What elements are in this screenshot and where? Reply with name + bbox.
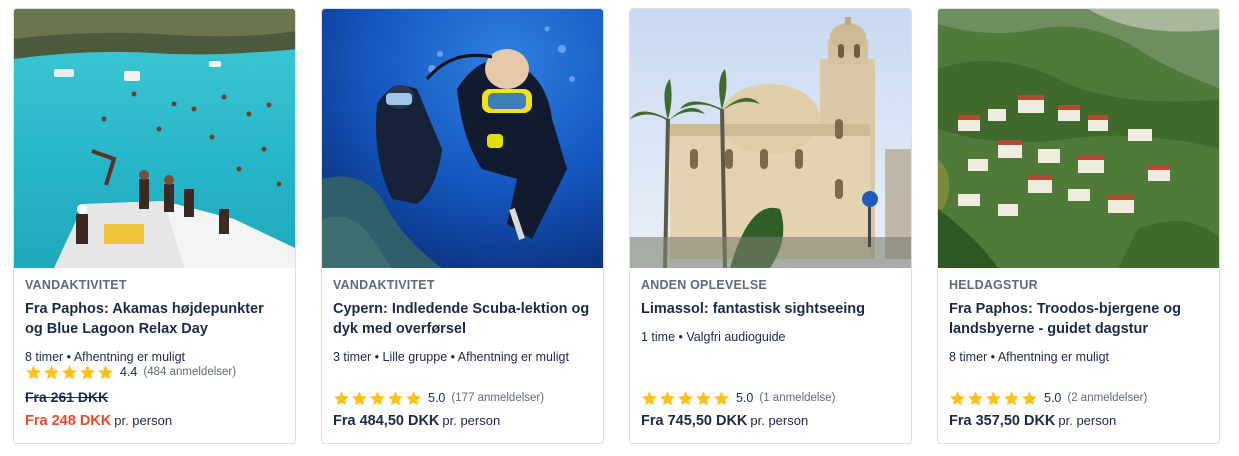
card-meta: 3 timer • Lille gruppe • Afhentning er m… (333, 350, 569, 364)
price-row: Fra 745,50 DKK pr. person (641, 411, 901, 431)
review-count: (484 anmeldelser) (143, 366, 237, 378)
price-unit: pr. person (442, 413, 501, 428)
price: Fra 357,50 DKK (949, 413, 1056, 429)
star-icon (1004, 390, 1019, 405)
card-footer: 5.0 (2 anmeldelser) Fra 357,50 DKK pr. pe… (949, 389, 1209, 431)
review-count: (2 anmeldelser) (1067, 392, 1148, 404)
price-unit: pr. person (750, 413, 809, 428)
star-icon (660, 390, 675, 405)
star-icon (696, 390, 711, 405)
price-row: Fra 357,50 DKK pr. person (949, 411, 1209, 431)
price: Fra 484,50 DKK (333, 413, 440, 429)
rating-row: 5.0 (1 anmeldelse) (641, 389, 901, 407)
card-title[interactable]: Cypern: Indledende Scuba-lektion og dyk … (333, 299, 593, 339)
price-row: Fra 484,50 DKK pr. person (333, 411, 593, 431)
star-icon (986, 390, 1001, 405)
star-icon (44, 364, 59, 379)
star-icon (406, 390, 421, 405)
star-icon (678, 390, 693, 405)
card-meta: 1 time • Valgfri audioguide (641, 330, 786, 344)
star-icon (968, 390, 983, 405)
star-icon (334, 390, 349, 405)
card-category: VANDAKTIVITET (25, 278, 127, 292)
star-icon (1022, 390, 1037, 405)
activity-card-list: VANDAKTIVITET Fra Paphos: Akamas højdepu… (13, 8, 1223, 444)
price-row: Fra 248 DKK pr. person (25, 411, 285, 431)
card-category: ANDEN OPLEVELSE (641, 278, 767, 292)
star-rating (641, 390, 730, 407)
discounted-price: Fra 248 DKK (25, 413, 112, 429)
star-icon (80, 364, 95, 379)
star-icon (950, 390, 965, 405)
rating-row: 5.0 (2 anmeldelser) (949, 389, 1209, 407)
price: Fra 745,50 DKK (641, 413, 748, 429)
rating-score: 5.0 (1044, 391, 1062, 405)
star-icon (370, 390, 385, 405)
star-rating (333, 390, 422, 407)
star-icon (642, 390, 657, 405)
rating-score: 5.0 (736, 391, 754, 405)
review-count: (177 anmeldelser) (451, 392, 545, 404)
scuba-divers-photo[interactable] (322, 9, 603, 268)
original-price: Fra 261 DKK (25, 389, 109, 405)
star-icon (388, 390, 403, 405)
star-icon (26, 364, 41, 379)
price-unit: pr. person (1058, 413, 1117, 428)
star-icon (98, 364, 113, 379)
card-title[interactable]: Limassol: fantastisk sightseeing (641, 299, 901, 319)
rating-score: 5.0 (428, 391, 446, 405)
card-footer: 5.0 (1 anmeldelse) Fra 745,50 DKK pr. per… (641, 389, 901, 431)
star-icon (62, 364, 77, 379)
star-icon (352, 390, 367, 405)
mountain-village-photo[interactable] (938, 9, 1219, 268)
activity-card[interactable]: VANDAKTIVITET Cypern: Indledende Scuba-l… (321, 8, 604, 444)
card-category: HELDAGSTUR (949, 278, 1038, 292)
cathedral-palms-photo[interactable] (630, 9, 911, 268)
star-rating (25, 364, 114, 381)
activity-card[interactable]: HELDAGSTUR Fra Paphos: Troodos-bjergene … (937, 8, 1220, 444)
lagoon-boat-photo[interactable] (14, 9, 295, 268)
activity-card[interactable]: ANDEN OPLEVELSE Limassol: fantastisk sig… (629, 8, 912, 444)
card-footer: 5.0 (177 anmeldelser) Fra 484,50 DKK pr. … (333, 389, 593, 431)
review-count: (1 anmeldelse) (759, 392, 836, 404)
rating-score: 4.4 (120, 365, 138, 379)
card-meta: 8 timer • Afhentning er muligt (949, 350, 1110, 364)
star-icon (714, 390, 729, 405)
card-title[interactable]: Fra Paphos: Akamas højdepunkter og Blue … (25, 299, 285, 339)
rating-row: 4.4 (484 anmeldelser) (25, 363, 285, 381)
price-unit: pr. person (114, 413, 173, 428)
card-footer: 4.4 (484 anmeldelser) Fra 261 DKK Fra 24… (25, 363, 285, 431)
card-category: VANDAKTIVITET (333, 278, 435, 292)
rating-row: 5.0 (177 anmeldelser) (333, 389, 593, 407)
card-title[interactable]: Fra Paphos: Troodos-bjergene og landsbye… (949, 299, 1209, 339)
star-rating (949, 390, 1038, 407)
activity-card[interactable]: VANDAKTIVITET Fra Paphos: Akamas højdepu… (13, 8, 296, 444)
